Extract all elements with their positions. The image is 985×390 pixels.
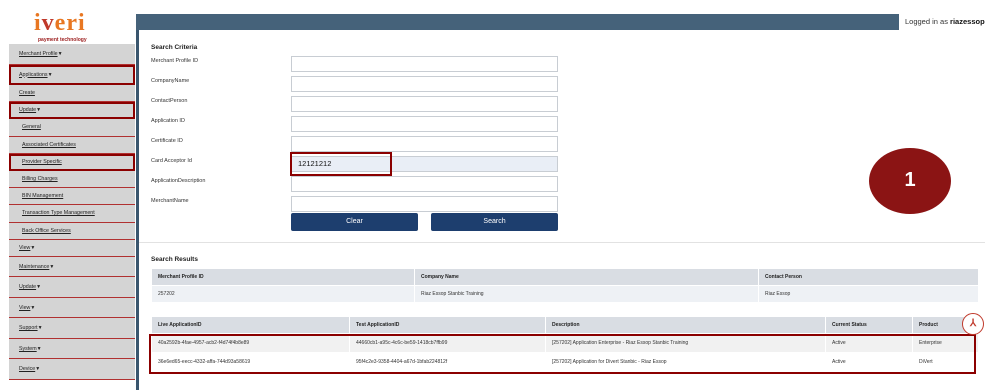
field-label: Certificate ID — [151, 138, 183, 144]
caret-down-icon: ▼ — [36, 107, 42, 114]
sidebar-item-view-11[interactable]: View▼ — [9, 239, 135, 257]
card-acceptor-highlight — [290, 152, 392, 176]
merchantname-input[interactable] — [291, 196, 558, 212]
field-label: ContactPerson — [151, 98, 188, 104]
caret-down-icon: ▼ — [37, 325, 43, 332]
sidebar-item-create-2[interactable]: Create — [9, 85, 135, 103]
sidebar-item-bin-management-8[interactable]: BIN Management — [9, 188, 135, 206]
field-label: CompanyName — [151, 78, 190, 84]
column-header: Description — [545, 316, 826, 334]
sidebar-nav: Merchant Profile▼ Applications▼ Create Upda… — [9, 44, 135, 380]
sidebar-item-view-14[interactable]: View▼ — [9, 297, 135, 319]
field-label: MerchantName — [151, 198, 189, 204]
sidebar-item-label: Back Office Services — [22, 227, 71, 234]
certificate-id-input[interactable] — [291, 136, 558, 152]
sidebar-item-update-3[interactable]: Update▼ — [9, 102, 135, 120]
iveri-logo: iveri payment technology — [34, 10, 104, 46]
sidebar-item-support-15[interactable]: Support▼ — [9, 318, 135, 339]
search-results-title: Search Results — [151, 256, 198, 263]
column-header: Company Name — [414, 268, 759, 286]
sidebar-item-billing-charges-7[interactable]: Billing Charges — [9, 170, 135, 189]
caret-down-icon: ▼ — [47, 71, 53, 78]
contactperson-input[interactable] — [291, 96, 558, 112]
column-header: Contact Person — [758, 268, 979, 286]
logged-in-prefix: Logged in as — [905, 17, 948, 26]
application-id-input[interactable] — [291, 116, 558, 132]
clear-button[interactable]: Clear — [291, 213, 418, 231]
application-rows-highlight — [149, 334, 976, 374]
caret-down-icon: ▼ — [36, 345, 42, 352]
logo-subtitle: payment technology — [38, 37, 87, 43]
column-header: Test ApplicationID — [349, 316, 546, 334]
sidebar-item-label: Applications — [19, 71, 48, 78]
merchant-results-table: Merchant Profile ID Company Name Contact P… — [151, 268, 979, 303]
caret-down-icon: ▼ — [49, 263, 55, 270]
merchant-profile-id-input[interactable] — [291, 56, 558, 72]
sidebar-item-label: General — [22, 124, 41, 131]
caret-down-icon: ▼ — [30, 244, 36, 251]
field-label: ApplicationDescription — [151, 178, 206, 184]
column-header: Current Status — [825, 316, 913, 334]
sidebar-item-provider-specific-6[interactable]: Provider Specific — [9, 153, 135, 171]
app-root: iveri payment technology Merchant Profil… — [0, 0, 985, 390]
sidebar-item-label: Associated Certificates — [22, 141, 76, 148]
sidebar-item-maintenance-12[interactable]: Maintenance▼ — [9, 256, 135, 278]
column-header: Merchant Profile ID — [151, 268, 415, 286]
column-header: Live ApplicationID — [151, 316, 350, 334]
sidebar-item-label: Maintenance — [19, 263, 50, 270]
table-row[interactable]: 257202 Riaz Essop Stanbic Training Riaz Es… — [151, 285, 979, 303]
sidebar-item-label: Update — [19, 107, 37, 114]
field-label: Application ID — [151, 118, 185, 124]
field-label: Card Acceptor Id — [151, 158, 192, 164]
sidebar-item-back-office-services-10[interactable]: Back Office Services — [9, 222, 135, 240]
caret-down-icon: ▼ — [36, 284, 42, 291]
field-label: Merchant Profile ID — [151, 58, 199, 64]
sidebar-item-label: Update — [19, 284, 37, 291]
search-button[interactable]: Search — [431, 213, 558, 231]
sidebar-item-update-13[interactable]: Update▼ — [9, 277, 135, 298]
table-cell: Riaz Essop — [758, 285, 979, 303]
sidebar-item-label: Merchant Profile — [19, 51, 58, 57]
sidebar-item-label: Transaction Type Management — [22, 210, 95, 217]
sidebar-item-label: View — [19, 304, 31, 311]
sidebar-item-label: BIN Management — [22, 193, 64, 200]
logged-in-indicator: Logged in as riazessop — [899, 14, 985, 30]
logo-wordmark: iveri — [34, 10, 86, 36]
sidebar-item-label: Provider Specific — [22, 158, 62, 165]
sidebar-item-system-16[interactable]: System▼ — [9, 338, 135, 360]
top-bar — [136, 14, 985, 30]
section-divider — [139, 242, 985, 243]
caret-down-icon: ▼ — [57, 51, 63, 57]
sidebar-item-label: System — [19, 345, 37, 352]
companyname-input[interactable] — [291, 76, 558, 92]
table-cell: 257202 — [151, 285, 415, 303]
sidebar-item-general-4[interactable]: General — [9, 119, 135, 137]
sidebar-item-transaction-type-management-9[interactable]: Transaction Type Management — [9, 205, 135, 223]
search-criteria-title: Search Criteria — [151, 44, 198, 51]
caret-down-icon: ▼ — [30, 304, 36, 311]
sidebar-item-label: Support — [19, 325, 38, 332]
sidebar-item-associated-certificates-5[interactable]: Associated Certificates — [9, 136, 135, 154]
sidebar: iveri payment technology Merchant Profil… — [0, 0, 136, 390]
sidebar-item-label: View — [19, 244, 31, 251]
pdf-icon[interactable]: ⅄ — [962, 313, 984, 335]
caret-down-icon: ▼ — [35, 366, 41, 373]
sidebar-item-label: Billing Charges — [22, 175, 58, 182]
sidebar-item-device-17[interactable]: Device▼ — [9, 359, 135, 380]
sidebar-item-merchant-profile-0[interactable]: Merchant Profile▼ — [9, 44, 135, 65]
logged-in-user[interactable]: riazessop — [950, 17, 985, 26]
applicationdescription-input[interactable] — [291, 176, 558, 192]
sidebar-item-label: Create — [19, 90, 35, 96]
table-cell: Riaz Essop Stanbic Training — [414, 285, 759, 303]
sidebar-item-applications-1[interactable]: Applications▼ — [9, 64, 135, 85]
sidebar-item-label: Device — [19, 366, 36, 373]
step-number-badge: 1 — [869, 148, 951, 214]
